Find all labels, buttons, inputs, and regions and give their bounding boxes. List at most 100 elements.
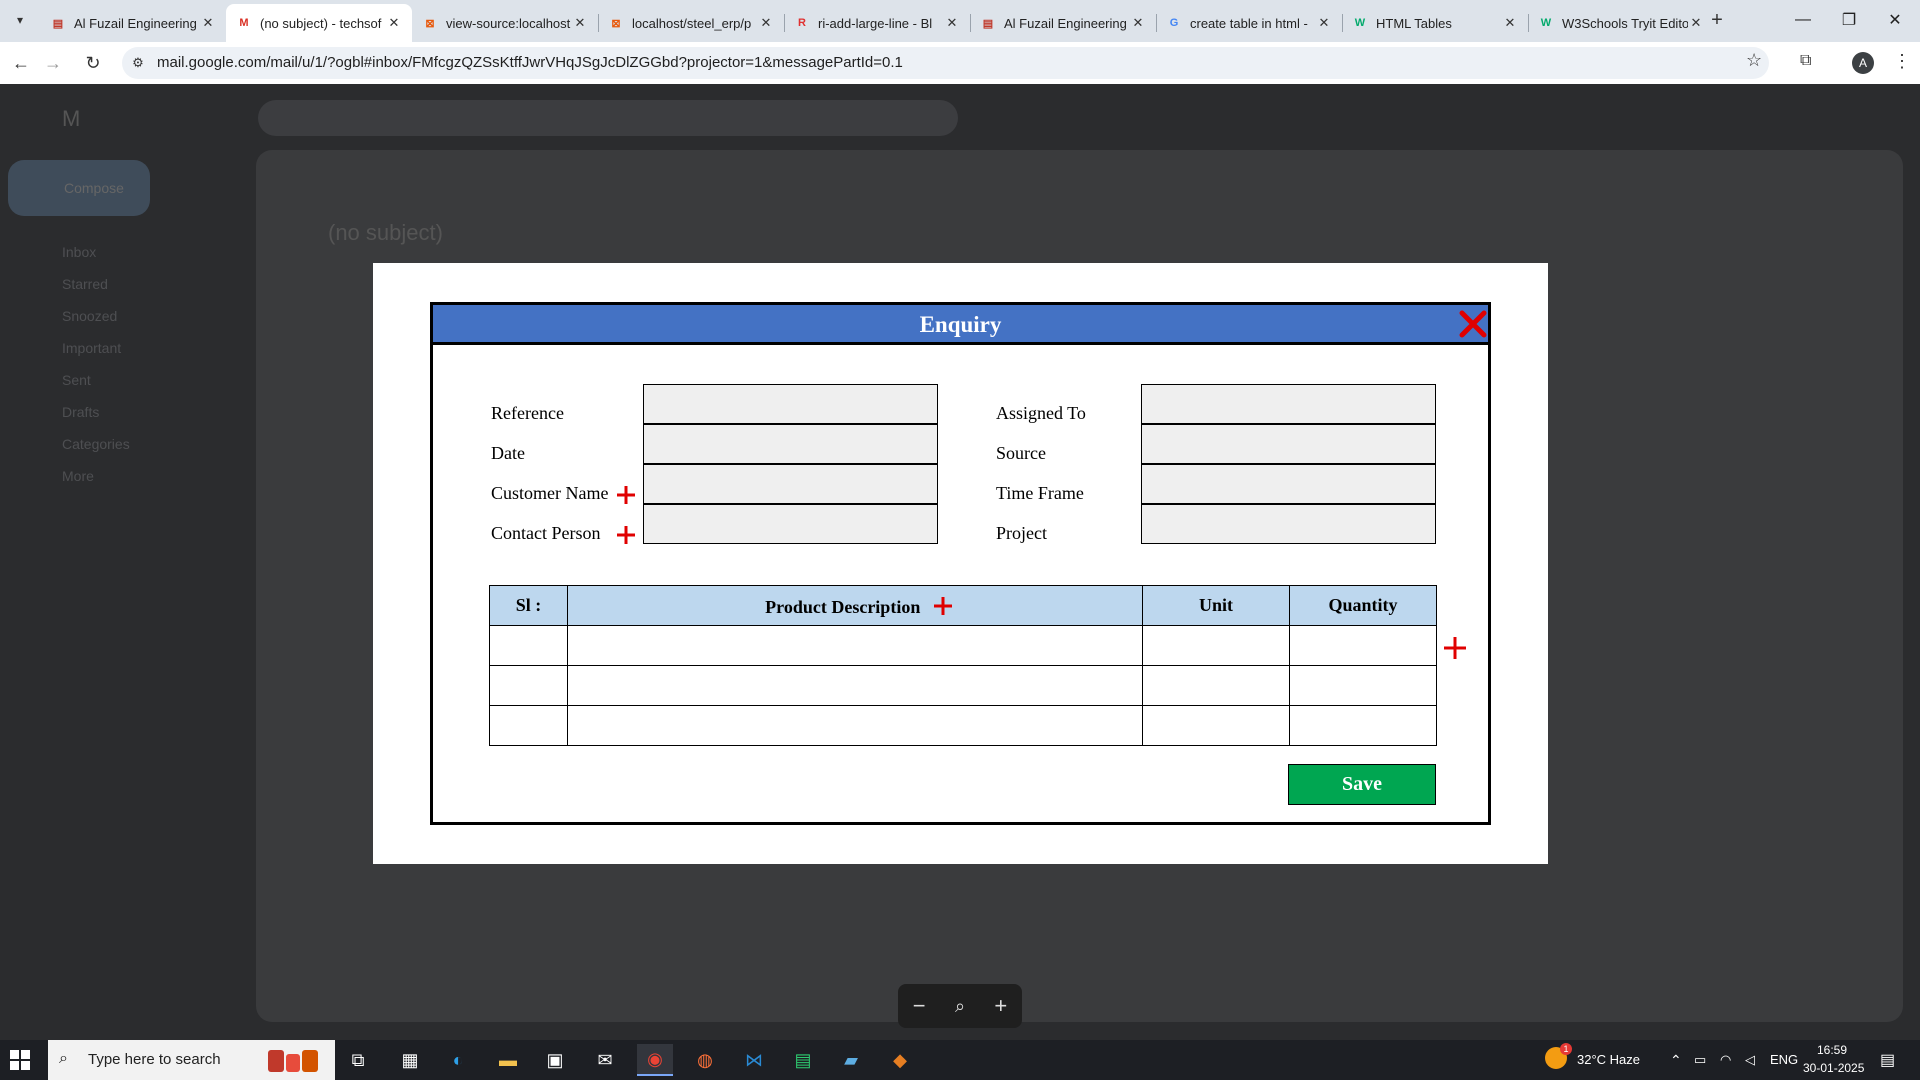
close-icon[interactable]	[1457, 308, 1489, 340]
assigned-to-label: Assigned To	[996, 403, 1086, 423]
tab-1[interactable]: M (no subject) - techsof ✕	[226, 4, 412, 42]
forward-arrow-icon[interactable]: →	[40, 50, 66, 76]
source-field[interactable]	[1141, 424, 1436, 464]
quantity-cell[interactable]	[1289, 625, 1437, 666]
tab-5[interactable]: ▤ Al Fuzail Engineering ✕	[970, 4, 1156, 42]
description-cell[interactable]	[567, 705, 1143, 746]
sl-cell[interactable]	[489, 625, 568, 666]
tab-7[interactable]: W HTML Tables ✕	[1342, 4, 1528, 42]
gmail-nav-item: Snoozed	[62, 308, 118, 324]
zoom-in-icon[interactable]: +	[994, 993, 1007, 1019]
spreadsheet-icon[interactable]: ▤	[785, 1044, 821, 1076]
tab-0[interactable]: ▤ Al Fuzail Engineering ✕	[40, 4, 226, 42]
new-tab-button[interactable]: +	[1703, 8, 1731, 34]
close-tab-icon[interactable]: ✕	[758, 15, 774, 31]
close-tab-icon[interactable]: ✕	[200, 15, 216, 31]
extensions-icon[interactable]: ⧉	[1800, 52, 1811, 70]
profile-avatar[interactable]: A	[1852, 52, 1874, 74]
edge-icon[interactable]: ◐	[440, 1044, 476, 1076]
tab-4[interactable]: Rri-add-large-line - Bl ✕	[784, 4, 970, 42]
store-icon[interactable]: ▣	[537, 1044, 573, 1076]
calculator-icon[interactable]: ▦	[392, 1044, 428, 1076]
assigned-to-field[interactable]	[1141, 384, 1436, 424]
site-info-icon[interactable]: ⚙	[130, 55, 146, 71]
bookmark-star-icon[interactable]: ☆	[1746, 50, 1762, 71]
close-tab-icon[interactable]: ✕	[944, 15, 960, 31]
close-window-icon[interactable]: ✕	[1872, 0, 1918, 40]
gmail-search-bar	[258, 100, 958, 136]
add-customer-icon[interactable]	[616, 485, 636, 505]
tab-6[interactable]: Gcreate table in html - ✕	[1156, 4, 1342, 42]
tab-2[interactable]: ⊠ view-source:localhost ✕	[412, 4, 598, 42]
sl-cell[interactable]	[489, 705, 568, 746]
google-icon: G	[1169, 17, 1179, 29]
add-contact-icon[interactable]	[616, 525, 636, 545]
reference-field[interactable]	[643, 384, 938, 424]
task-view-icon[interactable]: ⧉	[340, 1044, 376, 1076]
unit-cell[interactable]	[1142, 705, 1290, 746]
close-tab-icon[interactable]: ✕	[1502, 15, 1518, 31]
close-tab-icon[interactable]: ✕	[572, 15, 588, 31]
chrome-icon[interactable]: ◉	[637, 1044, 673, 1076]
clock-time[interactable]: 16:59	[1817, 1043, 1847, 1057]
windows-start-icon[interactable]	[10, 1050, 30, 1070]
quantity-cell[interactable]	[1289, 665, 1437, 706]
tab-search-icon[interactable]: ▾	[8, 8, 32, 32]
customer-name-label: Customer Name	[491, 483, 609, 503]
product-description-label: Product Description	[765, 597, 921, 617]
sl-cell[interactable]	[489, 665, 568, 706]
table-row	[489, 625, 1437, 666]
volume-icon[interactable]: ◁	[1745, 1052, 1755, 1068]
gmail-icon: M	[239, 17, 249, 29]
restore-icon[interactable]: ❐	[1826, 0, 1872, 40]
network-icon[interactable]: ◠	[1720, 1052, 1731, 1068]
reload-icon[interactable]: ↻	[80, 50, 106, 76]
close-tab-icon[interactable]: ✕	[386, 15, 402, 31]
notification-icon[interactable]: ▤	[1880, 1050, 1895, 1070]
weather-badge: 1	[1560, 1043, 1572, 1055]
tab-3[interactable]: ⊠ localhost/steel_erp/p ✕	[598, 4, 784, 42]
description-cell[interactable]	[567, 665, 1143, 706]
clock-date[interactable]: 30-01-2025	[1803, 1061, 1864, 1075]
table-row	[489, 665, 1437, 706]
app-diamond-icon[interactable]: ◆	[882, 1044, 918, 1076]
unit-cell[interactable]	[1142, 625, 1290, 666]
weather-text[interactable]: 32°C Haze	[1577, 1052, 1640, 1067]
project-field[interactable]	[1141, 504, 1436, 544]
browser-menu-icon[interactable]: ⋮	[1893, 51, 1911, 72]
date-field[interactable]	[643, 424, 938, 464]
gmail-nav-item: Drafts	[62, 404, 100, 420]
tab-title: localhost/steel_erp/p	[632, 15, 752, 31]
firefox-icon[interactable]: ◍	[687, 1044, 723, 1076]
add-row-icon[interactable]	[1443, 636, 1467, 660]
time-frame-label: Time Frame	[996, 483, 1084, 503]
contact-person-field[interactable]	[643, 504, 938, 544]
file-explorer-icon[interactable]: ▬	[490, 1044, 526, 1076]
zoom-out-icon[interactable]: −	[913, 993, 926, 1019]
show-hidden-icons-icon[interactable]: ⌃	[1670, 1052, 1682, 1069]
time-frame-field[interactable]	[1141, 464, 1436, 504]
sticky-app-icon[interactable]: ▰	[833, 1044, 869, 1076]
gmail-nav-item: Inbox	[62, 244, 97, 260]
gmail-nav-item: Sent	[62, 372, 91, 388]
close-tab-icon[interactable]: ✕	[1688, 15, 1704, 31]
meet-now-icon[interactable]: ▭	[1694, 1052, 1706, 1068]
unit-cell[interactable]	[1142, 665, 1290, 706]
description-cell[interactable]	[567, 625, 1143, 666]
tab-title: W3Schools Tryit Edito	[1562, 15, 1688, 31]
mail-icon[interactable]: ✉	[587, 1044, 623, 1076]
customer-name-field[interactable]	[643, 464, 938, 504]
save-button[interactable]: Save	[1288, 764, 1436, 805]
close-tab-icon[interactable]: ✕	[1316, 15, 1332, 31]
quantity-cell[interactable]	[1289, 705, 1437, 746]
minimize-icon[interactable]: —	[1780, 0, 1826, 40]
back-arrow-icon[interactable]: ←	[8, 50, 34, 76]
add-product-icon[interactable]	[933, 596, 953, 616]
close-tab-icon[interactable]: ✕	[1130, 15, 1146, 31]
tab-8[interactable]: W W3Schools Tryit Edito ✕	[1528, 4, 1714, 42]
url-text[interactable]: mail.google.com/mail/u/1/?ogbl#inbox/FMf…	[157, 54, 903, 71]
zoom-magnifier-icon[interactable]: ⌕	[955, 996, 965, 1017]
language-indicator[interactable]: ENG	[1770, 1052, 1798, 1067]
vscode-icon[interactable]: ⋈	[736, 1044, 772, 1076]
zoom-controls: − ⌕ +	[898, 984, 1022, 1028]
